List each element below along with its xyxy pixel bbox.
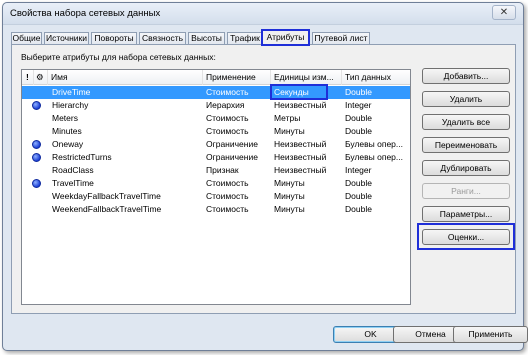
add-button[interactable]: Добавить... <box>422 68 510 84</box>
tab-label: Атрибуты <box>266 32 305 42</box>
units-cell: Неизвестный <box>274 100 327 110</box>
type-cell: Булевы опер... <box>345 139 403 149</box>
table-row[interactable]: DriveTime Стоимость Секунды Double <box>22 86 410 99</box>
units-cell: Минуты <box>274 204 305 214</box>
tab-label: Высоты <box>191 33 222 43</box>
usage-cell: Ограничение <box>206 139 258 149</box>
network-dataset-properties-dialog: Свойства набора сетевых данных ✕ Общие И… <box>2 2 528 351</box>
name-cell: Minutes <box>52 126 82 136</box>
default-attribute-icon <box>32 153 41 162</box>
usage-cell: Стоимость <box>206 126 249 136</box>
usage-cell: Ограничение <box>206 152 258 162</box>
duplicate-button[interactable]: Дублировать <box>422 160 510 176</box>
default-attribute-icon <box>32 101 41 110</box>
ranges-button[interactable]: Ранги... <box>422 183 510 199</box>
units-column-header[interactable]: Единицы изм... <box>271 70 342 85</box>
name-cell: WeekendFallbackTravelTime <box>52 204 162 214</box>
usage-cell: Стоимость <box>206 178 249 188</box>
units-cell: Неизвестный <box>274 152 327 162</box>
default-attribute-icon <box>32 140 41 149</box>
default-attribute-icon <box>32 179 41 188</box>
table-row[interactable]: Oneway Ограничение Неизвестный Булевы опер.… <box>22 138 410 151</box>
tab-label: Повороты <box>94 33 134 43</box>
tab-attributes[interactable]: Атрибуты <box>261 29 310 46</box>
window-title: Свойства набора сетевых данных <box>10 8 161 19</box>
attributes-grid[interactable]: ! ⚙ Имя Применение Единицы изм... Тип да… <box>21 69 411 305</box>
usage-cell: Стоимость <box>206 204 249 214</box>
table-row[interactable]: TravelTime Стоимость Минуты Double <box>22 177 410 190</box>
gear-icon: ⚙ <box>36 72 44 82</box>
units-cell: Неизвестный <box>274 139 327 149</box>
type-column-header[interactable]: Тип данных <box>342 70 412 85</box>
tab-label: Путевой лист <box>314 33 368 43</box>
table-row[interactable]: RestrictedTurns Ограничение Неизвестный Бул… <box>22 151 410 164</box>
name-column-header[interactable]: Имя <box>48 70 203 85</box>
type-cell: Integer <box>345 100 372 110</box>
warning-column-header[interactable]: ! <box>22 70 34 85</box>
name-cell: DriveTime <box>52 87 91 97</box>
blue-dot-icon <box>32 153 41 162</box>
table-row[interactable]: Hierarchy Иерархия Неизвестный Integer <box>22 99 410 112</box>
attributes-panel: Выберите атрибуты для набора сетевых дан… <box>11 44 516 314</box>
usage-cell: Стоимость <box>206 113 249 123</box>
name-cell: TravelTime <box>52 178 94 188</box>
blue-dot-icon <box>32 140 41 149</box>
usage-column-header[interactable]: Применение <box>203 70 271 85</box>
type-cell: Булевы опер... <box>345 152 403 162</box>
table-row[interactable]: Minutes Стоимость Минуты Double <box>22 125 410 138</box>
name-cell: RoadClass <box>52 165 94 175</box>
name-cell: Meters <box>52 113 78 123</box>
units-cell: Минуты <box>274 178 305 188</box>
type-cell: Double <box>345 191 372 201</box>
type-cell: Double <box>345 87 372 97</box>
usage-cell: Иерархия <box>206 100 245 110</box>
table-row[interactable]: WeekendFallbackTravelTime Стоимость Минуты… <box>22 203 410 216</box>
rename-button[interactable]: Переименовать <box>422 137 510 153</box>
remove-button[interactable]: Удалить <box>422 91 510 107</box>
blue-dot-icon <box>32 101 41 110</box>
table-row[interactable]: WeekdayFallbackTravelTime Стоимость Минуты… <box>22 190 410 203</box>
name-cell: Hierarchy <box>52 100 89 110</box>
name-cell: RestrictedTurns <box>52 152 112 162</box>
type-cell: Double <box>345 204 372 214</box>
close-button[interactable]: ✕ <box>492 5 516 20</box>
tab-label: Трафик <box>230 33 260 43</box>
type-cell: Double <box>345 178 372 188</box>
units-cell: Неизвестный <box>274 165 327 175</box>
tab-label: Общие <box>12 33 41 43</box>
close-icon: ✕ <box>499 6 509 18</box>
units-cell: Минуты <box>274 126 305 136</box>
tab-label: Связность <box>141 33 184 43</box>
type-cell: Integer <box>345 165 372 175</box>
parameters-button[interactable]: Параметры... <box>422 206 510 222</box>
usage-cell: Признак <box>206 165 239 175</box>
tab-label: Источники <box>45 33 88 43</box>
evaluators-button[interactable]: Оценки... <box>422 229 510 245</box>
instruction-label: Выберите атрибуты для набора сетевых дан… <box>21 52 216 62</box>
type-cell: Double <box>345 126 372 136</box>
title-bar: Свойства набора сетевых данных ✕ <box>3 3 523 25</box>
units-cell: Метры <box>274 113 301 123</box>
units-cell: Минуты <box>274 191 305 201</box>
table-row[interactable]: RoadClass Признак Неизвестный Integer <box>22 164 410 177</box>
remove-all-button[interactable]: Удалить все <box>422 114 510 130</box>
usage-cell: Стоимость <box>206 87 249 97</box>
name-cell: Oneway <box>52 139 84 149</box>
usage-cell: Стоимость <box>206 191 249 201</box>
default-column-header[interactable]: ⚙ <box>34 70 48 85</box>
type-cell: Double <box>345 113 372 123</box>
units-cell: Секунды <box>274 87 309 97</box>
apply-button[interactable]: Применить <box>453 326 528 343</box>
blue-dot-icon <box>32 179 41 188</box>
name-cell: WeekdayFallbackTravelTime <box>52 191 161 201</box>
grid-header: ! ⚙ Имя Применение Единицы изм... Тип да… <box>22 70 410 85</box>
table-row[interactable]: Meters Стоимость Метры Double <box>22 112 410 125</box>
